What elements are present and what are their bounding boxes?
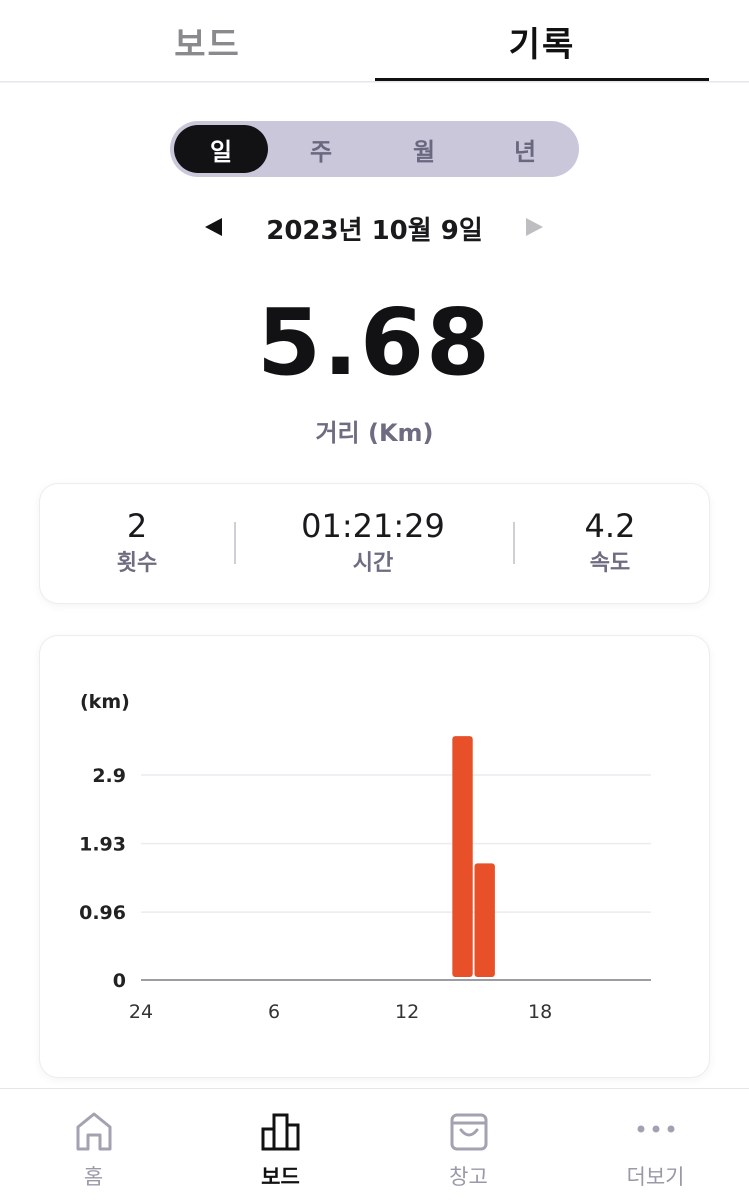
tab-record-label: 기록 [508, 24, 576, 65]
distance-value: 5.68 [257, 289, 492, 396]
period-segmented-control: 일 주 월 년 [170, 121, 579, 177]
stat-speed-value: 4.2 [584, 507, 636, 545]
nav-storage-label: 창고 [449, 1165, 488, 1189]
nav-more-label: 더보기 [626, 1165, 685, 1189]
y-tick-label: 1.93 [79, 834, 126, 856]
stats-card: 2 횟수 01:21:29 시간 4.2 속도 [40, 484, 709, 603]
stat-speed-label: 속도 [589, 551, 631, 576]
tab-board[interactable]: 보드 [40, 0, 375, 82]
y-tick-label: 2.9 [92, 765, 126, 787]
stat-speed: 4.2 속도 [510, 504, 710, 584]
stat-count-label: 횟수 [116, 551, 158, 576]
stat-count: 2 횟수 [37, 504, 237, 584]
chart-bar [474, 863, 495, 977]
x-tick-label: 12 [395, 1001, 419, 1023]
period-tab-week[interactable]: 주 [274, 125, 368, 173]
chart-bar [452, 736, 473, 977]
nav-more[interactable]: 더보기 [562, 1089, 749, 1200]
stat-count-value: 2 [126, 507, 148, 545]
previous-date-icon[interactable] [205, 218, 222, 236]
tab-record[interactable]: 기록 [375, 0, 709, 82]
period-tab-month[interactable]: 월 [377, 125, 471, 173]
distance-bar-chart: (km) 0 0.96 1.93 2.9 24 6 12 18 [79, 691, 651, 1023]
y-tick-label: 0.96 [79, 902, 126, 924]
next-date-icon[interactable] [526, 218, 543, 236]
y-axis-unit-label: (km) [80, 691, 130, 713]
stat-time-label: 시간 [352, 551, 394, 576]
storage-bag-icon [450, 1113, 488, 1151]
nav-home-label: 홈 [83, 1165, 104, 1189]
nav-board-label: 보드 [261, 1165, 300, 1189]
top-tab-bar: 보드 기록 [0, 0, 749, 82]
active-tab-underline [375, 78, 709, 81]
distance-chart-card: (km) 0 0.96 1.93 2.9 24 6 12 18 [40, 636, 709, 1077]
nav-home[interactable]: 홈 [0, 1089, 187, 1200]
period-tab-day[interactable]: 일 [174, 125, 268, 173]
period-tab-year[interactable]: 년 [478, 125, 572, 173]
date-navigator: 2023년 10월 9일 [0, 205, 749, 251]
x-tick-label: 18 [528, 1001, 552, 1023]
y-tick-label: 0 [113, 970, 126, 992]
distance-label: 거리 (Km) [315, 419, 434, 447]
stat-divider [234, 522, 236, 564]
home-icon [76, 1112, 112, 1151]
x-tick-label: 24 [129, 1001, 153, 1023]
stat-time-value: 01:21:29 [301, 507, 445, 545]
nav-board[interactable]: 보드 [187, 1089, 374, 1200]
bottom-navigation: 홈 보드 창고 더보기 [0, 1088, 749, 1200]
x-tick-label: 6 [268, 1001, 280, 1023]
bar-chart-icon [261, 1113, 300, 1151]
more-dots-icon [637, 1125, 675, 1133]
stat-time: 01:21:29 시간 [273, 504, 473, 584]
nav-storage[interactable]: 창고 [375, 1089, 562, 1200]
current-date: 2023년 10월 9일 [266, 215, 483, 246]
